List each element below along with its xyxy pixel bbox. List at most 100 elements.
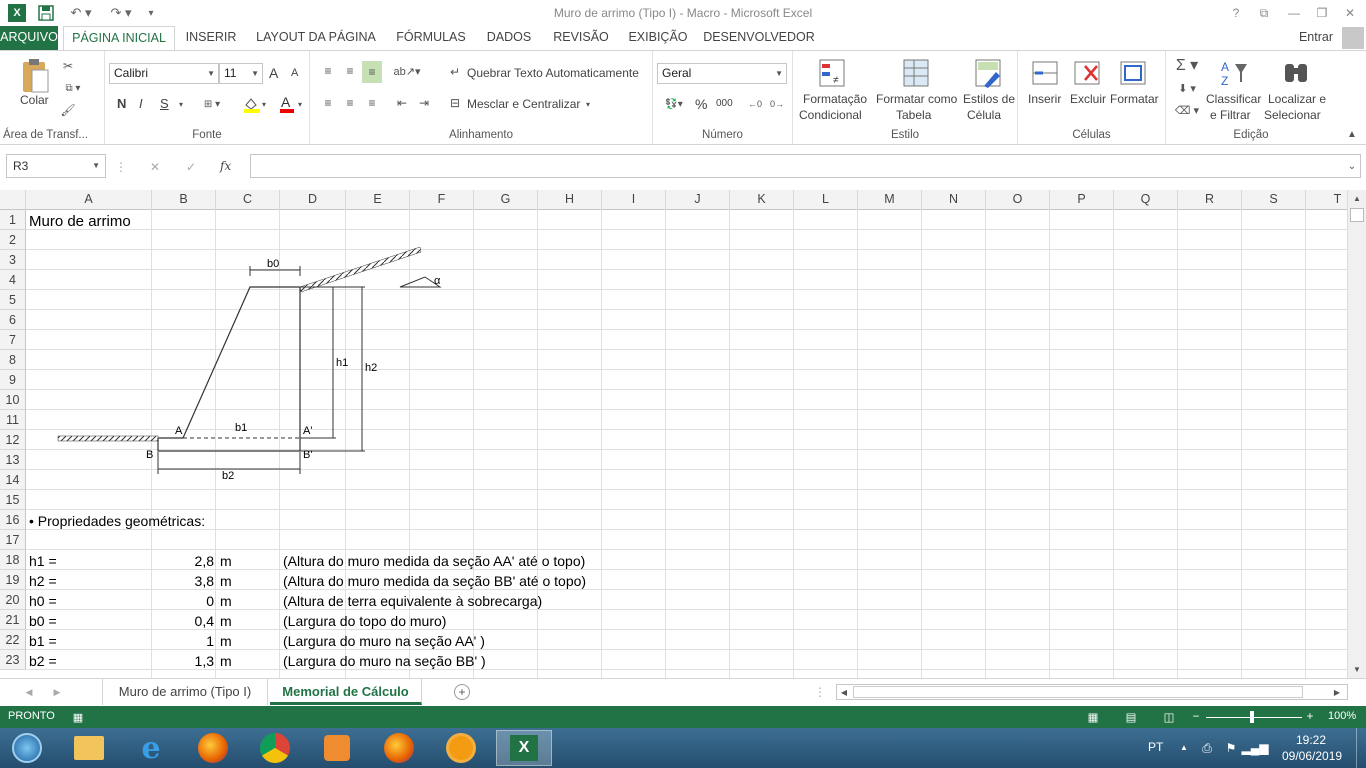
find-select-line1[interactable]: Localizar e [1268, 92, 1326, 106]
param-label[interactable]: h1 = [29, 551, 57, 571]
conditional-format-icon[interactable]: ≠ [817, 57, 847, 89]
minimize-button[interactable]: — [1280, 3, 1308, 23]
column-header[interactable]: J [666, 190, 730, 210]
align-center-icon[interactable]: ≡ [340, 93, 360, 113]
row-header[interactable]: 21 [0, 610, 26, 630]
zoom-in-icon[interactable]: + [1304, 709, 1316, 725]
avatar[interactable] [1342, 27, 1364, 49]
column-header[interactable]: R [1178, 190, 1242, 210]
align-left-icon[interactable]: ≡ [318, 93, 338, 113]
sign-in-link[interactable]: Entrar [1294, 26, 1338, 50]
param-desc[interactable]: (Altura do muro medida da seção BB' até … [283, 571, 586, 591]
formula-bar-handle-icon[interactable]: ⋮ [115, 159, 127, 175]
sort-filter-line2[interactable]: e Filtrar [1210, 108, 1251, 122]
tab-layout[interactable]: LAYOUT DA PÁGINA [250, 26, 382, 50]
tab-arquivo[interactable]: ARQUIVO [0, 26, 58, 50]
tab-split-handle-icon[interactable]: ⋮ [814, 685, 826, 699]
start-button-icon[interactable] [0, 730, 54, 766]
row-header[interactable]: 18 [0, 550, 26, 570]
align-bottom-icon[interactable]: ≡ [362, 61, 382, 83]
param-unit[interactable]: m [220, 631, 232, 651]
tray-expand-icon[interactable]: ▲ [1178, 740, 1190, 754]
delete-cells-button[interactable]: Excluir [1070, 92, 1106, 106]
decrease-decimal-icon[interactable]: 0→ [767, 95, 787, 113]
row-header[interactable]: 19 [0, 570, 26, 590]
sort-filter-icon[interactable]: AZ [1218, 57, 1250, 89]
column-header[interactable]: L [794, 190, 858, 210]
autosum-icon[interactable]: Σ ▾ [1172, 55, 1202, 75]
cell-a16[interactable]: • Propriedades geométricas: [29, 511, 205, 531]
param-value[interactable]: 0,4 [155, 611, 214, 631]
cell-styles-icon[interactable] [973, 57, 1003, 89]
wrap-text-icon[interactable]: ↵ [446, 63, 464, 81]
sort-filter-line1[interactable]: Classificar [1206, 92, 1261, 106]
file-explorer-icon[interactable] [62, 730, 116, 766]
restore-button[interactable]: ❐ [1308, 3, 1336, 23]
param-desc[interactable]: (Largura do topo do muro) [283, 611, 446, 631]
internet-explorer-icon[interactable]: e [124, 730, 178, 766]
format-cells-icon[interactable] [1118, 57, 1148, 89]
tray-device-icon[interactable]: ⎙ [1198, 740, 1216, 756]
row-header[interactable]: 22 [0, 630, 26, 650]
tab-dados[interactable]: DADOS [480, 26, 538, 50]
align-middle-icon[interactable]: ≡ [340, 61, 360, 81]
close-button[interactable]: ✕ [1336, 3, 1364, 23]
param-unit[interactable]: m [220, 551, 232, 571]
param-unit[interactable]: m [220, 571, 232, 591]
grow-font-button[interactable]: A [269, 65, 278, 81]
wrap-text-button[interactable]: Quebrar Texto Automaticamente [467, 66, 639, 80]
param-value[interactable]: 1 [155, 631, 214, 651]
align-top-icon[interactable]: ≡ [318, 61, 338, 81]
ribbon-display-icon[interactable]: ⧉ [1250, 3, 1278, 23]
cond-format-line2[interactable]: Condicional [799, 108, 862, 122]
collapse-ribbon-icon[interactable]: ▲ [1344, 127, 1360, 141]
param-value[interactable]: 3,8 [155, 571, 214, 591]
help-button[interactable]: ? [1222, 3, 1250, 23]
align-right-icon[interactable]: ≡ [362, 93, 382, 113]
sheet-tab-memorial[interactable]: Memorial de Cálculo [270, 679, 422, 705]
page-layout-view-icon[interactable]: ▤ [1122, 709, 1140, 725]
media-player-icon[interactable] [310, 730, 364, 766]
bold-button[interactable]: N [117, 96, 126, 111]
column-header[interactable]: N [922, 190, 986, 210]
merge-center-button[interactable]: Mesclar e Centralizar [467, 97, 580, 111]
normal-view-icon[interactable]: ▦ [1084, 709, 1102, 725]
param-label[interactable]: h2 = [29, 571, 57, 591]
app-gear-icon[interactable] [434, 730, 488, 766]
tab-desenvolvedor[interactable]: DESENVOLVEDOR [702, 26, 816, 50]
column-header[interactable]: Q [1114, 190, 1178, 210]
excel-taskbar-icon[interactable]: X [496, 730, 552, 766]
formula-input[interactable] [250, 154, 1361, 178]
param-unit[interactable]: m [220, 591, 232, 611]
vertical-scrollbar[interactable]: ▲ ▼ [1347, 190, 1366, 678]
currency-icon[interactable]: 💱▾ [657, 95, 691, 113]
cond-format-line1[interactable]: Formatação [803, 92, 867, 106]
tab-formulas[interactable]: FÓRMULAS [392, 26, 470, 50]
insert-function-button[interactable]: fx [220, 159, 231, 173]
param-unit[interactable]: m [220, 611, 232, 631]
column-header[interactable]: P [1050, 190, 1114, 210]
row-header[interactable]: 16 [0, 510, 26, 530]
font-color-icon[interactable]: A ▾ [277, 95, 307, 113]
param-desc[interactable]: (Largura do muro na seção BB' ) [283, 651, 486, 671]
format-table-line1[interactable]: Formatar como [876, 92, 957, 106]
worksheet-grid[interactable]: ABCDEFGHIJKLMNOPQRST 1 2 3 4 5 6 7 8 9 10 11 12 13 14… [0, 190, 1347, 678]
copy-icon[interactable]: ⧉ ▾ [58, 79, 88, 97]
column-header[interactable]: K [730, 190, 794, 210]
horizontal-scrollbar[interactable]: ◀ [836, 684, 1348, 700]
prev-sheet-icon[interactable]: ◀ [22, 685, 36, 699]
underline-dropdown-icon[interactable]: ▾ [175, 97, 187, 111]
row-header[interactable]: 15 [0, 490, 26, 510]
tab-revisao[interactable]: REVISÃO [548, 26, 614, 50]
font-name-select[interactable]: Calibri ▼ [109, 63, 219, 84]
param-value[interactable]: 1,3 [155, 651, 214, 671]
param-unit[interactable]: m [220, 651, 232, 671]
format-painter-icon[interactable]: 🖌 [58, 101, 78, 119]
retaining-wall-diagram[interactable] [0, 190, 500, 490]
expand-formula-icon[interactable]: ⌄ [1344, 159, 1360, 173]
show-desktop-button[interactable] [1356, 728, 1366, 768]
shrink-font-button[interactable]: A [291, 67, 298, 79]
fill-color-icon[interactable]: ▾ [241, 95, 271, 113]
format-table-line2[interactable]: Tabela [896, 108, 931, 122]
firefox-icon-2[interactable] [372, 730, 426, 766]
